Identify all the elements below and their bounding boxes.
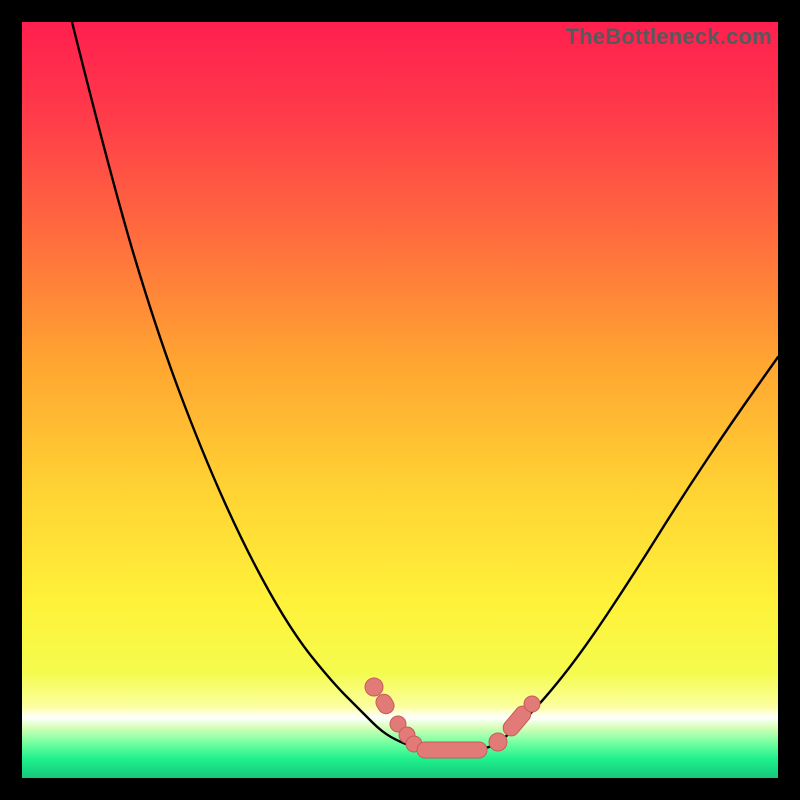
bead-dot: [365, 678, 383, 696]
plot-frame: TheBottleneck.com: [22, 22, 778, 778]
watermark-text: TheBottleneck.com: [566, 24, 772, 50]
bottleneck-curve: [22, 22, 778, 778]
bead-dot: [524, 696, 540, 712]
bead-pill: [417, 742, 487, 758]
bead-dot: [489, 733, 507, 751]
